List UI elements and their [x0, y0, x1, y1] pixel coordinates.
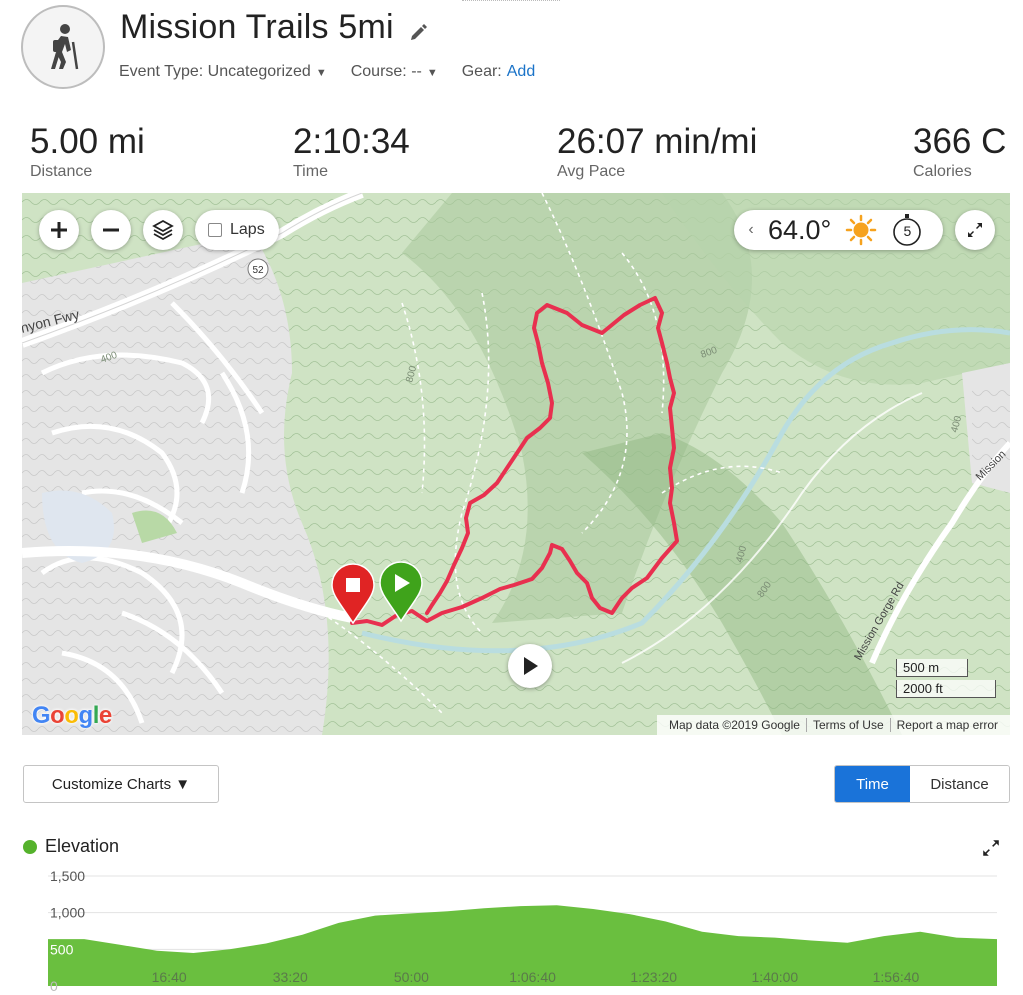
- route-map[interactable]: 52 nyon Fwy Mission Gorge Rd Mission 400…: [22, 193, 1010, 735]
- caret-down-icon: ▼: [426, 67, 438, 79]
- x-tick-label: 33:20: [273, 969, 308, 985]
- activity-title: Mission Trails 5mi: [120, 8, 394, 46]
- stat-label: Distance: [30, 163, 93, 180]
- x-tick-label: 50:00: [394, 969, 429, 985]
- layers-icon: [152, 219, 174, 241]
- event-type-label: Event Type: Uncategorized: [119, 63, 311, 80]
- layers-button[interactable]: [143, 210, 183, 250]
- stop-icon: [346, 578, 360, 592]
- customize-charts-button[interactable]: Customize Charts ▼: [23, 765, 219, 803]
- expand-icon: [968, 223, 982, 237]
- add-gear-link[interactable]: Add: [507, 63, 535, 81]
- stat-calories: 366 C Calories: [913, 122, 1006, 181]
- zoom-in-button[interactable]: [39, 210, 79, 250]
- map-attribution: Map data ©2019 Google Terms of Use Repor…: [657, 715, 1010, 735]
- distance-toggle-button[interactable]: Distance: [910, 766, 1009, 802]
- report-map-error-link[interactable]: Report a map error: [889, 718, 1004, 732]
- stat-value: 2:10:34: [293, 122, 410, 161]
- y-tick-label: 1,500: [50, 868, 85, 884]
- weather-widget: ‹ 64.0° 5: [734, 210, 943, 250]
- x-tick-label: 1:23:20: [630, 969, 677, 985]
- stat-avg-pace: 26:07 min/mi Avg Pace: [557, 122, 757, 181]
- laps-toggle[interactable]: Laps: [195, 210, 279, 250]
- google-logo: Google: [32, 702, 112, 729]
- x-tick-label: 1:06:40: [509, 969, 556, 985]
- stat-distance: 5.00 mi Distance: [30, 122, 145, 181]
- time-distance-toggle: Time Distance: [834, 765, 1010, 803]
- stat-time: 2:10:34 Time: [293, 122, 410, 181]
- caret-down-icon: ▼: [315, 67, 327, 79]
- stat-value: 366 C: [913, 122, 1007, 161]
- stat-label: Calories: [913, 163, 972, 180]
- legend-dot: [23, 839, 37, 854]
- course-dropdown[interactable]: Course: -- ▼: [351, 63, 438, 81]
- stopwatch-icon[interactable]: 5: [891, 213, 923, 247]
- stat-label: Time: [293, 163, 328, 180]
- chart-legend: Elevation: [23, 836, 119, 857]
- x-tick-label: 1:40:00: [751, 969, 798, 985]
- gear-label: Gear:: [461, 63, 502, 80]
- x-tick-label: 1:56:40: [873, 969, 920, 985]
- map-data-credit: Map data ©2019 Google: [669, 718, 800, 732]
- hiking-icon: [21, 5, 105, 89]
- play-route-button[interactable]: [508, 644, 552, 688]
- laps-label: Laps: [230, 221, 265, 238]
- y-tick-label: 1,000: [50, 905, 85, 921]
- event-type-dropdown[interactable]: Event Type: Uncategorized ▼: [119, 63, 327, 81]
- stat-value: 26:07 min/mi: [557, 122, 758, 161]
- highway-shield: 52: [252, 265, 264, 276]
- pencil-icon[interactable]: [409, 22, 429, 42]
- fullscreen-button[interactable]: [955, 210, 995, 250]
- expand-chart-button[interactable]: [981, 838, 1001, 858]
- y-tick-label: 0: [50, 978, 58, 994]
- activity-meta-row: Event Type: Uncategorized ▼ Course: -- ▼…: [119, 63, 535, 81]
- chevron-left-icon[interactable]: ‹: [740, 221, 762, 239]
- weather-temperature: 64.0°: [768, 214, 832, 245]
- x-tick-label: 16:40: [152, 969, 187, 985]
- scale-metric: 500 m: [896, 659, 968, 677]
- map-scale: 500 m 2000 ft: [896, 659, 996, 701]
- y-tick-label: 500: [50, 941, 74, 957]
- chart-title: Elevation: [45, 836, 120, 856]
- laps-checkbox[interactable]: [208, 223, 222, 237]
- top-divider: [462, 0, 560, 2]
- stat-value: 5.00 mi: [30, 122, 145, 161]
- gear-field: Gear: Add: [462, 63, 535, 81]
- time-toggle-button[interactable]: Time: [835, 766, 910, 802]
- course-label: Course: --: [350, 63, 422, 80]
- timer-number: 5: [903, 223, 912, 239]
- sun-icon: [846, 214, 877, 246]
- elevation-chart: 1,500 1,000 500 0 16:40 33:20 50:00 1:06:40 1:23…: [48, 868, 997, 994]
- expand-icon: [983, 840, 999, 856]
- terms-of-use-link[interactable]: Terms of Use: [805, 718, 890, 732]
- stat-label: Avg Pace: [557, 163, 626, 180]
- scale-imperial: 2000 ft: [896, 680, 996, 698]
- zoom-out-button[interactable]: [91, 210, 131, 250]
- play-icon: [524, 657, 538, 675]
